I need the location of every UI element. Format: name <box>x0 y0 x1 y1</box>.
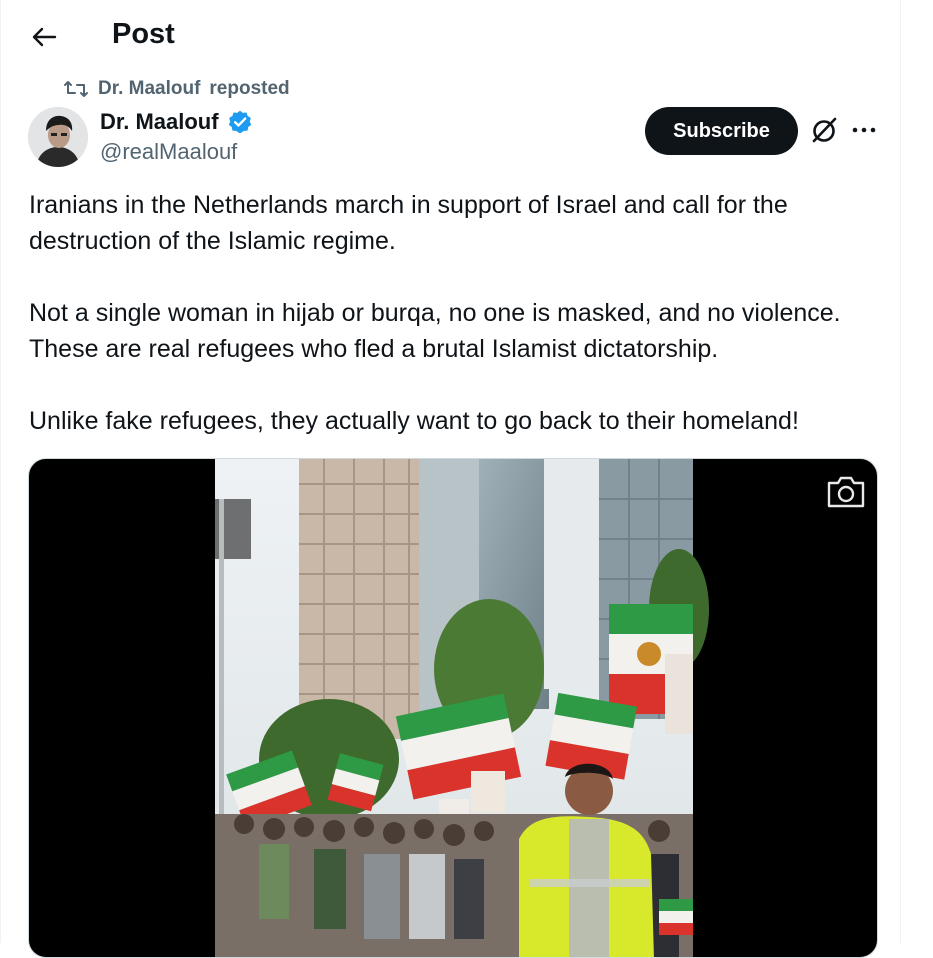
author-handle[interactable]: @realMaalouf <box>100 139 237 165</box>
more-button[interactable] <box>850 115 878 145</box>
grok-icon <box>812 117 837 143</box>
top-bar: Post <box>1 0 901 75</box>
repost-label: reposted <box>209 78 290 99</box>
post-paragraph: Not a single woman in hijab or burqa, no… <box>29 299 841 363</box>
author-name-row[interactable]: Dr. Maalouf <box>100 109 253 135</box>
post-column: Post Dr. Maalouf reposted Dr. Maalouf @r… <box>0 0 901 958</box>
post-paragraph: Unlike fake refugees, they actually want… <box>29 407 799 435</box>
grok-button[interactable] <box>809 115 839 145</box>
video-player[interactable] <box>28 458 878 958</box>
page-title: Post <box>112 18 175 50</box>
camera-button[interactable] <box>825 473 867 511</box>
avatar[interactable] <box>28 107 88 167</box>
camera-icon <box>827 476 865 508</box>
post-paragraph: Iranians in the Netherlands march in sup… <box>29 191 788 255</box>
repost-icon <box>63 78 89 100</box>
video-frame <box>215 459 709 957</box>
more-dots-icon <box>852 127 876 133</box>
arrow-left-icon <box>32 27 57 47</box>
repost-indicator: Dr. Maalouf reposted <box>63 78 290 100</box>
reposter-name[interactable]: Dr. Maalouf <box>98 78 200 100</box>
subscribe-button[interactable]: Subscribe <box>645 107 798 155</box>
author-name[interactable]: Dr. Maalouf <box>100 109 219 135</box>
back-button[interactable] <box>29 22 59 52</box>
post-text: Iranians in the Netherlands march in sup… <box>29 187 889 439</box>
verified-badge-icon <box>228 110 251 134</box>
